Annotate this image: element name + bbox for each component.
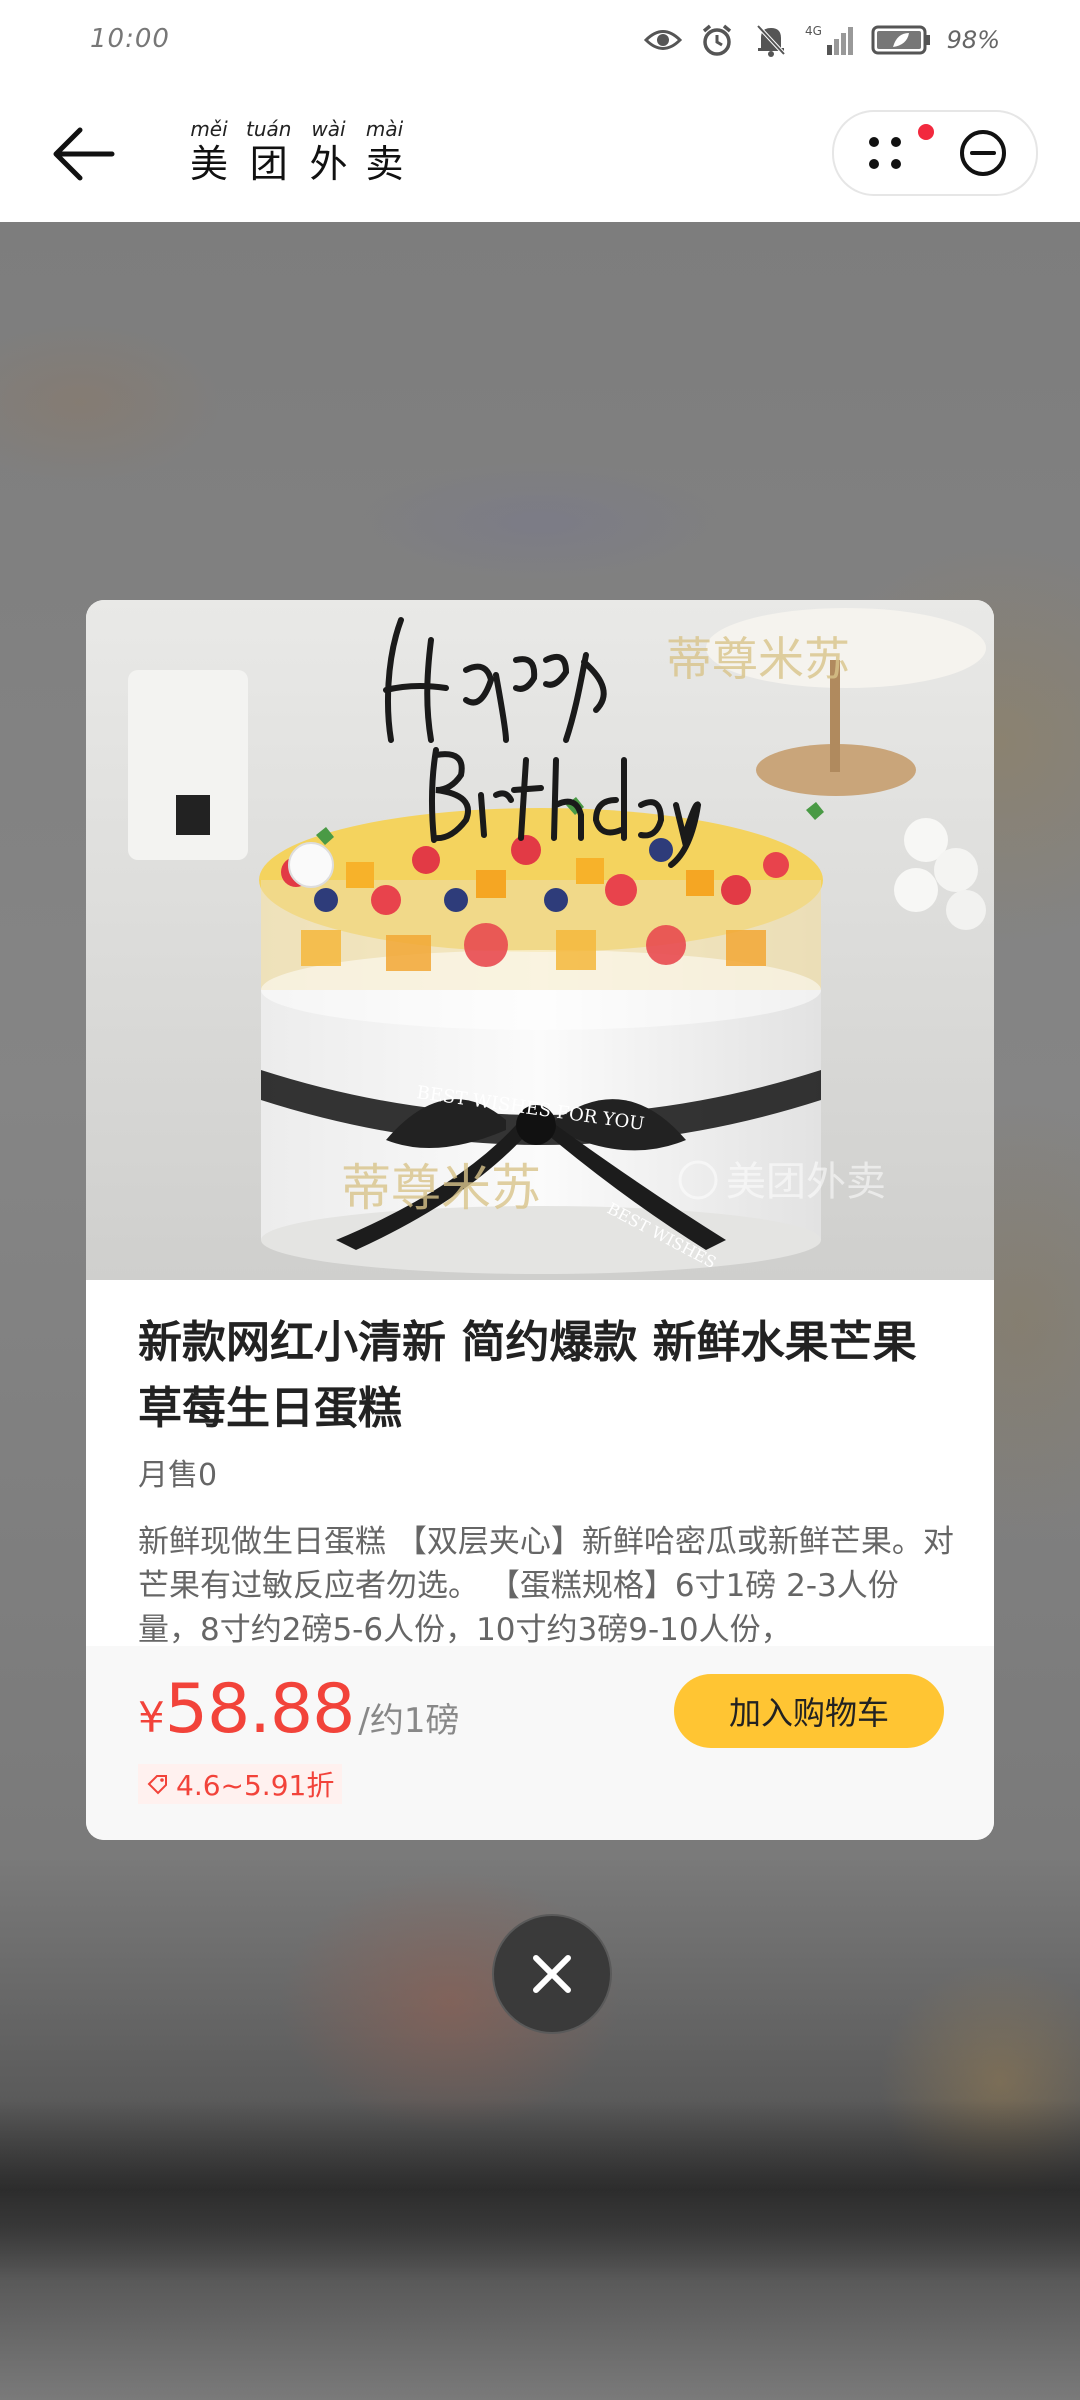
discount-tag: 4.6~5.91折 [138,1764,343,1804]
brand-char: měi 美 [190,117,229,186]
close-modal-button[interactable] [492,1914,612,2034]
nav-bar: měi 美 tuán 团 wài 外 mài 卖 [0,84,1080,222]
status-time: 10:00 [90,24,170,54]
eye-icon [643,20,683,60]
mute-bell-icon [751,20,791,60]
status-icons: 4G 98% [643,18,1000,62]
minimize-button[interactable] [958,128,1008,178]
tag-icon [147,1775,167,1795]
minimize-circle-icon [960,130,1006,176]
brand-char: tuán 团 [246,117,292,186]
currency-symbol: ¥ [138,1693,165,1742]
brand-watermark-bottom: 蒂尊米苏 [341,1159,541,1217]
product-info: 新款网红小清新 简约爆款 新鲜水果芒果草莓生日蛋糕 月售0 新鲜现做生日蛋糕 【… [86,1280,994,1660]
back-arrow-icon [53,127,115,181]
app-brand-title: měi 美 tuán 团 wài 外 mài 卖 [190,118,404,188]
price-value: 58.88 [164,1670,356,1749]
battery-percent: 98% [946,26,1000,54]
product-detail-modal: BEST WISHES FOR YOU BEST WISHES 蒂尊米苏 蒂尊米… [86,600,994,1840]
add-to-cart-button[interactable]: 加入购物车 [674,1674,944,1748]
more-dots-icon [869,137,901,169]
close-icon [533,1955,571,1993]
purchase-bar: ¥ 58.88 /约1磅 4.6~5.91折 加入购物车 [86,1646,994,1840]
price: ¥ 58.88 /约1磅 [138,1670,460,1749]
cake-illustration: BEST WISHES FOR YOU BEST WISHES 蒂尊米苏 蒂尊米… [86,600,994,1280]
product-description: 新鲜现做生日蛋糕 【双层夹心】新鲜哈密瓜或新鲜芒果。对芒果有过敏反应者勿选。 【… [138,1524,954,1648]
back-button[interactable] [44,114,124,194]
more-button[interactable] [862,130,908,176]
svg-text:4G: 4G [805,24,822,38]
status-bar: 10:00 4G 98% [0,0,1080,84]
brand-char: mài 卖 [365,117,404,186]
signal-icon: 4G [805,20,857,60]
price-unit: /约1磅 [358,1701,460,1741]
battery-icon [871,20,933,60]
product-title: 新款网红小清新 简约爆款 新鲜水果芒果草莓生日蛋糕 [138,1317,917,1434]
product-image[interactable]: BEST WISHES FOR YOU BEST WISHES 蒂尊米苏 蒂尊米… [86,600,994,1280]
brand-watermark-top: 蒂尊米苏 [666,632,850,686]
alarm-icon [697,20,737,60]
discount-text: 4.6~5.91折 [176,1769,335,1802]
notification-dot [918,124,934,140]
brand-char: wài 外 [309,117,348,186]
monthly-sales: 月售0 [138,1458,218,1493]
mini-program-capsule [832,110,1038,196]
app-watermark: 美团外卖 [726,1159,886,1205]
